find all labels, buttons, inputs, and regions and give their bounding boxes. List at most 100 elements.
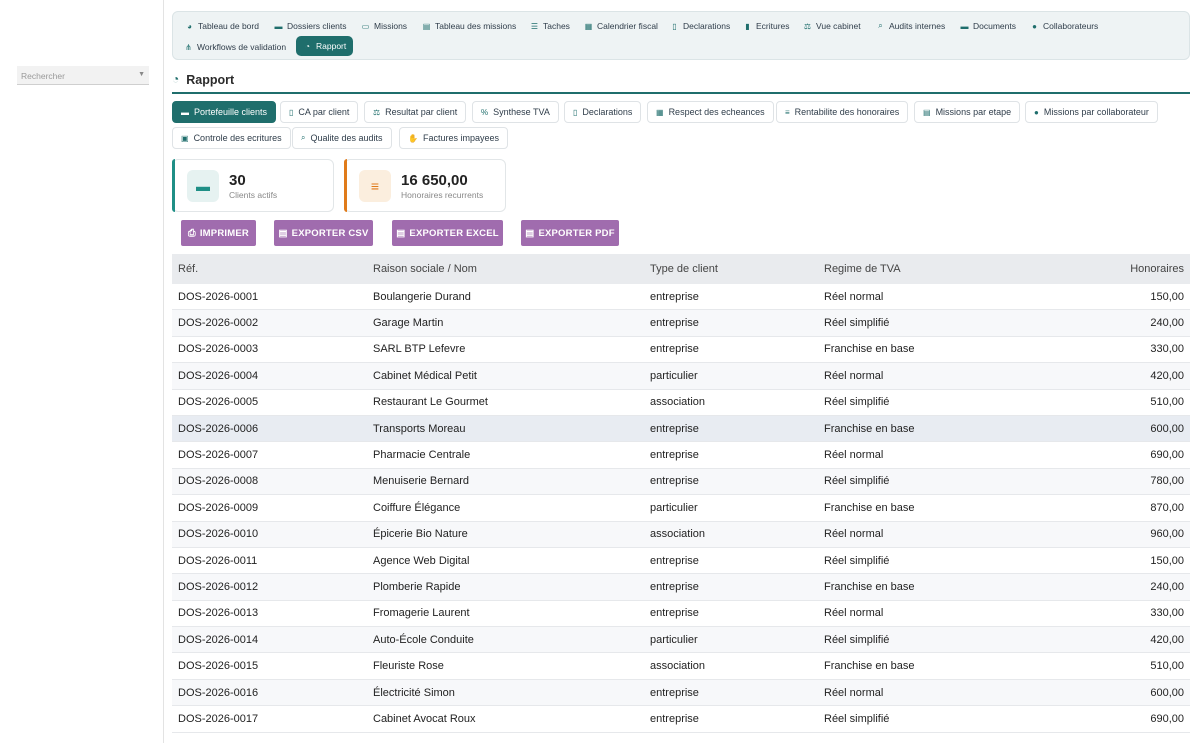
- scale-icon: ⚖: [803, 21, 812, 31]
- cell-ref: DOS-2026-0009: [178, 501, 259, 514]
- kpi-accent-bar: [344, 159, 347, 212]
- table-row[interactable]: DOS-2026-0006 Transports Moreau entreprise…: [172, 415, 1190, 443]
- kpi-accent-bar: [172, 159, 175, 212]
- chevron-down-icon[interactable]: ▼: [138, 71, 145, 78]
- pie-chart-icon: ◔: [172, 72, 180, 86]
- calendar-check-icon: ▦: [656, 107, 664, 117]
- tab-controle-des-ecritures[interactable]: ▣ Controle des ecritures: [172, 127, 291, 149]
- nav-label: Declarations: [683, 21, 731, 31]
- button-label: EXPORTER EXCEL: [409, 227, 499, 239]
- nav-item-workflows-de-validation[interactable]: ⋔ Workflows de validation: [178, 38, 292, 56]
- tab-label: Missions par collaborateur: [1043, 107, 1149, 117]
- tab-respect-des-echeances[interactable]: ▦ Respect des echeances: [647, 101, 774, 123]
- nav-item-rapport[interactable]: ◔ Rapport: [296, 36, 354, 56]
- cell-raison-sociale: Auto-École Conduite: [373, 633, 474, 646]
- cell-type-client: particulier: [650, 501, 698, 514]
- table-row[interactable]: DOS-2026-0016 Électricité Simon entreprise…: [172, 679, 1190, 707]
- nav-label: Dossiers clients: [287, 21, 347, 31]
- nav-item-missions[interactable]: ▭ Missions: [355, 17, 413, 35]
- cell-type-client: entreprise: [650, 475, 699, 488]
- table-row[interactable]: DOS-2026-0005 Restaurant Le Gourmet associ…: [172, 390, 1190, 416]
- nav-item-taches[interactable]: ☰ Taches: [524, 17, 576, 35]
- table-row[interactable]: DOS-2026-0015 Fleuriste Rose association Fr…: [172, 653, 1190, 680]
- table-row[interactable]: DOS-2026-0014 Auto-École Conduite particul…: [172, 627, 1190, 654]
- nav-item-documents[interactable]: ▬ Documents: [954, 17, 1022, 35]
- table-row[interactable]: DOS-2026-0003 SARL BTP Lefevre entreprise F…: [172, 337, 1190, 364]
- tab-label: Portefeuille clients: [194, 107, 268, 117]
- table-row[interactable]: DOS-2026-0008 Menuiserie Bernard entrepris…: [172, 468, 1190, 496]
- cell-ref: DOS-2026-0004: [178, 369, 259, 382]
- nav-item-dossiers-clients[interactable]: ▬ Dossiers clients: [268, 17, 353, 35]
- cell-type-client: entreprise: [650, 554, 699, 567]
- nav-label: Missions: [374, 21, 408, 31]
- search-icon: ⌕: [878, 21, 883, 30]
- cell-raison-sociale: Transports Moreau: [373, 422, 466, 435]
- nav-item-collaborateurs[interactable]: ● Collaborateurs: [1024, 17, 1104, 35]
- export-excel-button[interactable]: ▤ EXPORTER EXCEL: [392, 220, 503, 246]
- header-raison-sociale[interactable]: Raison sociale / Nom: [373, 263, 650, 275]
- nav-item-tableau-des-missions[interactable]: ▤ Tableau des missions: [416, 17, 522, 35]
- table-row[interactable]: DOS-2026-0004 Cabinet Médical Petit partic…: [172, 363, 1190, 390]
- search-input[interactable]: Rechercher ▼: [17, 66, 149, 85]
- document-icon: ▯: [672, 21, 677, 31]
- cell-ref: DOS-2026-0013: [178, 607, 259, 620]
- cell-type-client: association: [650, 660, 706, 673]
- nav-item-ecritures[interactable]: ▮ Ecritures: [737, 17, 796, 35]
- cell-raison-sociale: Plomberie Rapide: [373, 580, 461, 593]
- tab-missions-par-etape[interactable]: ▤ Missions par etape: [914, 101, 1021, 123]
- cell-regime-tva: Réel normal: [824, 607, 884, 620]
- nav-label: Calendrier fiscal: [597, 21, 658, 31]
- table-row[interactable]: DOS-2026-0002 Garage Martin entreprise Réel…: [172, 310, 1190, 337]
- nav-item-vue-cabinet[interactable]: ⚖ Vue cabinet: [797, 17, 867, 35]
- header-regime-tva[interactable]: Regime de TVA: [824, 263, 1074, 275]
- export-pdf-button[interactable]: ▤ EXPORTER PDF: [521, 220, 619, 246]
- tab-qualite-des-audits[interactable]: ⌕ Qualite des audits: [292, 127, 392, 149]
- tab-label: Missions par etape: [935, 107, 1012, 117]
- tab-factures-impayees[interactable]: ✋ Factures impayees: [399, 127, 508, 149]
- table-row[interactable]: DOS-2026-0017 Cabinet Avocat Roux entrepri…: [172, 706, 1190, 733]
- page-title: ◔ Rapport: [172, 72, 1190, 94]
- cell-regime-tva: Réel simplifié: [824, 317, 890, 330]
- table-row[interactable]: DOS-2026-0011 Agence Web Digital entrepris…: [172, 548, 1190, 575]
- nav-item-tableau-de-bord[interactable]: ◕ Tableau de bord: [179, 17, 265, 35]
- kpi-value: 30: [229, 172, 246, 189]
- cell-ref: DOS-2026-0006: [178, 422, 259, 435]
- clients-table: Réf. Raison sociale / Nom Type de client…: [172, 254, 1190, 733]
- pie-chart-icon: ◔: [305, 41, 310, 51]
- tab-ca-par-client[interactable]: ▯ CA par client: [280, 101, 359, 123]
- table-row[interactable]: DOS-2026-0012 Plomberie Rapide entreprise F…: [172, 574, 1190, 601]
- tab-portefeuille-clients[interactable]: ▬ Portefeuille clients: [172, 101, 277, 123]
- table-row[interactable]: DOS-2026-0010 Épicerie Bio Nature associat…: [172, 521, 1190, 548]
- header-ref[interactable]: Réf.: [172, 263, 373, 275]
- nav-item-audits-internes[interactable]: ⌕ Audits internes: [870, 17, 951, 35]
- tab-resultat-par-client[interactable]: ⚖ Resultat par client: [364, 101, 467, 123]
- percent-icon: %: [481, 107, 489, 117]
- cell-raison-sociale: Pharmacie Centrale: [373, 449, 471, 462]
- clipboard-check-icon: ▣: [181, 133, 189, 143]
- tab-label: CA par client: [298, 107, 350, 117]
- coins-icon: ≡: [359, 170, 391, 202]
- print-button[interactable]: ⎙ IMPRIMER: [181, 220, 256, 246]
- export-csv-button[interactable]: ▤ EXPORTER CSV: [274, 220, 373, 246]
- header-honoraires[interactable]: Honoraires: [1074, 263, 1190, 275]
- sidebar: Rechercher ▼: [0, 0, 164, 743]
- tab-synthese-tva[interactable]: % Synthese TVA: [472, 101, 559, 123]
- cell-type-client: particulier: [650, 633, 698, 646]
- table-row[interactable]: DOS-2026-0013 Fromagerie Laurent entrepris…: [172, 601, 1190, 628]
- tab-missions-par-collaborateur[interactable]: ● Missions par collaborateur: [1025, 101, 1158, 123]
- table-header: Réf. Raison sociale / Nom Type de client…: [172, 254, 1190, 284]
- header-type-client[interactable]: Type de client: [650, 263, 824, 275]
- table-row[interactable]: DOS-2026-0007 Pharmacie Centrale entrepris…: [172, 442, 1190, 469]
- tab-label: Resultat par client: [385, 107, 458, 117]
- tab-rentabilite-des-honoraires[interactable]: ≡ Rentabilite des honoraires: [776, 101, 909, 123]
- cell-type-client: entreprise: [650, 449, 699, 462]
- nav-item-calendrier-fiscal[interactable]: ▦ Calendrier fiscal: [578, 17, 664, 35]
- tab-declarations[interactable]: ▯ Declarations: [564, 101, 642, 123]
- cell-ref: DOS-2026-0014: [178, 633, 259, 646]
- table-row[interactable]: DOS-2026-0009 Coiffure Élégance particulie…: [172, 495, 1190, 522]
- cell-raison-sociale: Épicerie Bio Nature: [373, 528, 468, 541]
- cell-ref: DOS-2026-0015: [178, 660, 259, 673]
- cell-type-client: association: [650, 528, 706, 541]
- nav-item-declarations[interactable]: ▯ Declarations: [664, 17, 736, 35]
- table-row[interactable]: DOS-2026-0001 Boulangerie Durand entrepris…: [172, 284, 1190, 311]
